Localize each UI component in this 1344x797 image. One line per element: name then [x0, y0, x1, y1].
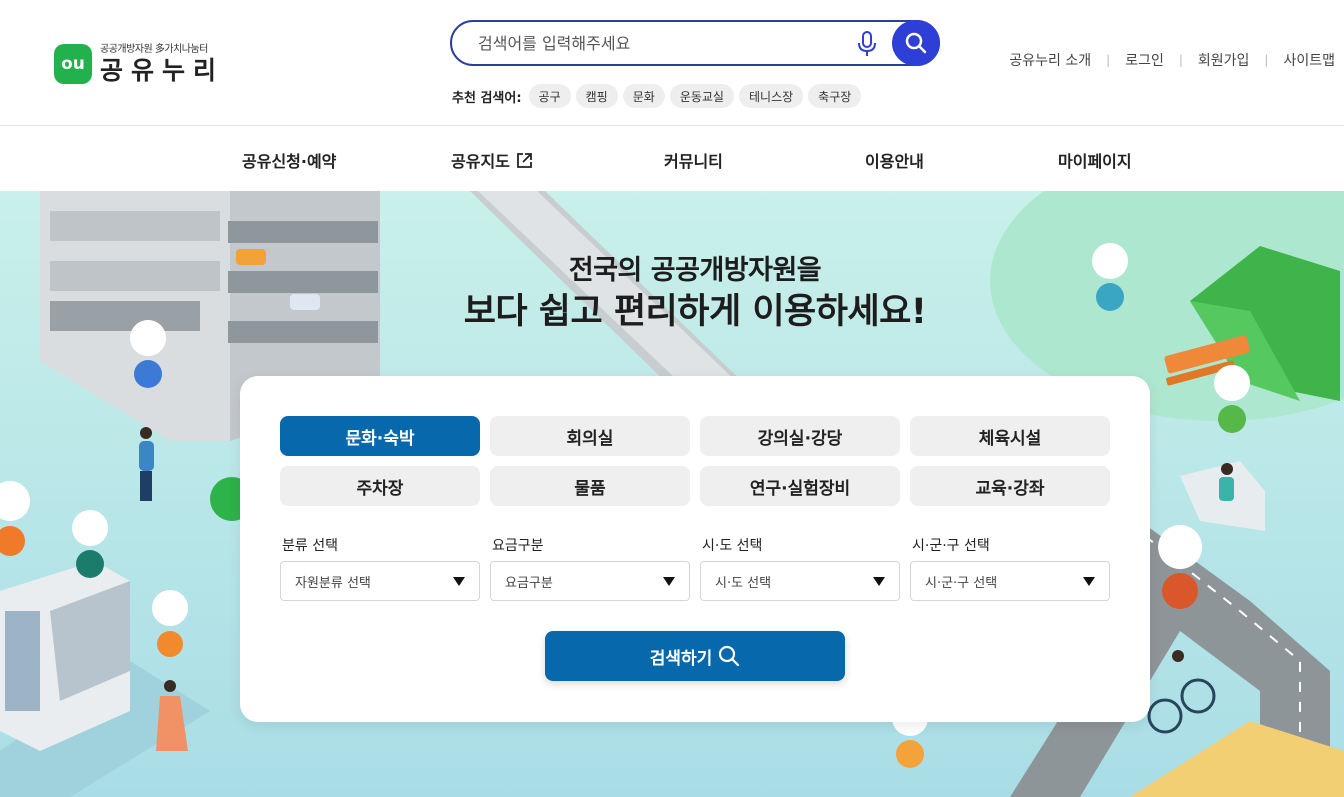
category-education[interactable]: 교육·강좌	[910, 466, 1110, 506]
filter-label-district: 시·군·구 선택	[912, 538, 990, 554]
category-culture-lodging[interactable]: 문화·숙박	[280, 416, 480, 456]
external-link-icon	[516, 152, 532, 168]
logo-title: 공유누리	[100, 56, 225, 85]
category-research-equipment[interactable]: 연구·실험장비	[700, 466, 900, 506]
recommended-keywords: 추천 검색어: 공구 캠핑 문화 운동교실 테니스장 축구장	[452, 84, 862, 108]
mic-icon[interactable]	[856, 30, 878, 58]
hero-title-line1: 전국의 공공개방자원을	[568, 255, 822, 286]
caret-down-icon	[453, 577, 465, 586]
logo-text: 공공개방자원 多가치나눔터 공유누리	[100, 44, 225, 85]
filter-label-province: 시·도 선택	[702, 538, 763, 554]
divider: |	[1264, 53, 1269, 67]
utility-links: 공유누리 소개 | 로그인 | 회원가입 | 사이트맵	[1009, 50, 1335, 70]
filter-label-fee: 요금구분	[492, 538, 544, 554]
caret-down-icon	[1083, 577, 1095, 586]
main-nav: 공유신청·예약 공유지도 커뮤니티 이용안내 마이페이지	[0, 127, 1344, 191]
district-select[interactable]: 시·군·구 선택	[910, 561, 1110, 601]
select-value: 요금구분	[505, 575, 553, 591]
category-lecture-hall[interactable]: 강의실·강당	[700, 416, 900, 456]
recommended-label: 추천 검색어:	[452, 90, 522, 106]
site-logo[interactable]: ou 공공개방자원 多가치나눔터 공유누리	[54, 44, 224, 84]
login-link[interactable]: 로그인	[1125, 50, 1164, 70]
nav-label: 커뮤니티	[664, 152, 723, 171]
category-sports-facility[interactable]: 체육시설	[910, 416, 1110, 456]
search-icon	[719, 645, 740, 667]
search-icon	[905, 32, 927, 54]
category-select[interactable]: 자원분류 선택	[280, 561, 480, 601]
nav-item-map[interactable]: 공유지도	[451, 148, 533, 172]
nav-label: 공유지도	[451, 152, 510, 171]
province-select[interactable]: 시·도 선택	[700, 561, 900, 601]
keyword-tag[interactable]: 테니스장	[738, 84, 804, 108]
keyword-tag[interactable]: 문화	[622, 84, 665, 108]
divider: |	[1106, 53, 1111, 67]
nav-label: 이용안내	[865, 152, 924, 171]
fee-select[interactable]: 요금구분	[490, 561, 690, 601]
select-value: 시·군·구 선택	[925, 575, 998, 591]
caret-down-icon	[663, 577, 675, 586]
hero-title-line2: 보다 쉽고 편리하게 이용하세요!	[463, 292, 927, 332]
select-value: 시·도 선택	[715, 575, 772, 591]
filter-label-category: 분류 선택	[282, 538, 338, 554]
search-button[interactable]	[892, 20, 940, 66]
site-header: ou 공공개방자원 多가치나눔터 공유누리 추천 검색어: 공구 캠핑 문화 운…	[0, 0, 1344, 126]
nav-item-reservation[interactable]: 공유신청·예약	[242, 148, 336, 172]
search-box	[450, 20, 940, 66]
nav-label: 마이페이지	[1058, 152, 1132, 171]
keyword-tag[interactable]: 캠핑	[575, 84, 618, 108]
sitemap-link[interactable]: 사이트맵	[1283, 50, 1335, 70]
category-meeting-room[interactable]: 회의실	[490, 416, 690, 456]
hero-section: 전국의 공공개방자원을 보다 쉽고 편리하게 이용하세요! 문화·숙박 회의실 …	[0, 191, 1344, 797]
divider: |	[1178, 53, 1183, 67]
about-link[interactable]: 공유누리 소개	[1009, 50, 1091, 70]
nav-item-mypage[interactable]: 마이페이지	[1058, 148, 1132, 172]
logo-subtitle: 공공개방자원 多가치나눔터	[100, 44, 208, 55]
signup-link[interactable]: 회원가입	[1198, 50, 1250, 70]
search-panel: 문화·숙박 회의실 강의실·강당 체육시설 주차장 물품 연구·실험장비 교육·…	[240, 376, 1150, 722]
select-value: 자원분류 선택	[295, 575, 371, 591]
keyword-tag[interactable]: 운동교실	[669, 84, 734, 108]
nav-label: 공유신청·예약	[242, 152, 337, 171]
category-goods[interactable]: 물품	[490, 466, 690, 506]
keyword-tag[interactable]: 축구장	[808, 84, 862, 108]
caret-down-icon	[873, 577, 885, 586]
keyword-tag[interactable]: 공구	[528, 84, 571, 108]
search-submit-button[interactable]: 검색하기	[545, 631, 845, 681]
category-parking[interactable]: 주차장	[280, 466, 480, 506]
search-input[interactable]	[478, 22, 858, 64]
nav-item-community[interactable]: 커뮤니티	[664, 148, 723, 172]
logo-mark: ou	[54, 44, 92, 84]
nav-item-guide[interactable]: 이용안내	[865, 148, 924, 172]
search-submit-label: 검색하기	[649, 648, 713, 669]
